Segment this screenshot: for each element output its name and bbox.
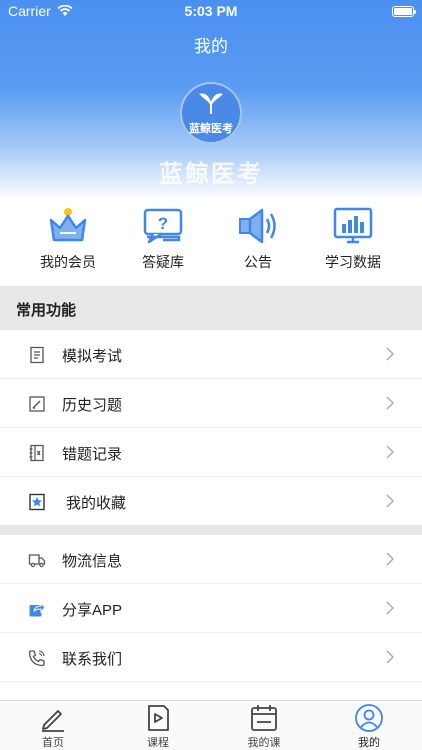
tab-bar: 首页 课程 我的课 我的 bbox=[0, 700, 422, 750]
tab-label: 我的课 bbox=[247, 737, 281, 749]
quick-item-study-data[interactable]: 学习数据 bbox=[303, 204, 403, 272]
quick-actions: 我的会员 ? 答疑库 公告 学习数据 bbox=[0, 200, 422, 286]
question-bubble-icon: ? bbox=[143, 208, 183, 244]
battery-icon bbox=[392, 6, 416, 17]
menu-item-wrong-answers[interactable]: 错题记录 bbox=[0, 428, 422, 477]
crown-icon bbox=[49, 208, 87, 242]
menu-label: 联系我们 bbox=[62, 651, 123, 668]
tab-my-courses[interactable]: 我的课 bbox=[234, 703, 294, 750]
speaker-icon bbox=[239, 208, 276, 244]
quick-label-study-data: 学习数据 bbox=[325, 254, 381, 270]
phone-icon bbox=[28, 650, 45, 667]
menu-item-share-app[interactable]: 分享APP bbox=[0, 584, 422, 633]
quick-item-qa[interactable]: ? 答疑库 bbox=[113, 204, 213, 272]
star-bookmark-icon bbox=[29, 493, 45, 511]
menu-label: 模拟考试 bbox=[62, 348, 123, 365]
tab-label: 我的 bbox=[358, 737, 380, 749]
notebook-icon bbox=[29, 444, 44, 462]
chevron-right-icon bbox=[386, 396, 394, 410]
menu-item-mock-exam[interactable]: 模拟考试 bbox=[0, 330, 422, 379]
menu-item-contact-us[interactable]: 联系我们 bbox=[0, 633, 422, 682]
play-book-icon bbox=[148, 705, 169, 731]
document-icon bbox=[30, 346, 44, 364]
tab-label: 首页 bbox=[42, 737, 64, 749]
chevron-right-icon bbox=[386, 650, 394, 664]
calendar-icon bbox=[251, 705, 277, 731]
brand-name: 蓝鲸医考 bbox=[159, 161, 263, 188]
quick-label-qa: 答疑库 bbox=[142, 254, 184, 270]
chevron-right-icon bbox=[386, 494, 394, 508]
menu-label: 错题记录 bbox=[62, 446, 123, 463]
app-logo: 蓝鲸医考 bbox=[180, 82, 242, 144]
quick-label-membership: 我的会员 bbox=[40, 254, 96, 270]
chevron-right-icon bbox=[386, 347, 394, 361]
section-title: 常用功能 bbox=[16, 302, 77, 319]
section-header: 常用功能 bbox=[0, 286, 422, 330]
clock: 5:03 PM bbox=[184, 3, 238, 19]
menu-label: 我的收藏 bbox=[66, 495, 127, 512]
chevron-right-icon bbox=[386, 601, 394, 615]
menu-item-favorites[interactable]: 我的收藏 bbox=[0, 477, 422, 526]
menu-group-common: 模拟考试 历史习题 错题记录 我的收藏 bbox=[0, 330, 422, 526]
truck-icon bbox=[28, 554, 46, 568]
chevron-right-icon bbox=[386, 552, 394, 566]
tab-me[interactable]: 我的 bbox=[339, 703, 399, 750]
edit-icon bbox=[29, 396, 45, 412]
menu-label: 分享APP bbox=[62, 602, 123, 619]
chevron-right-icon bbox=[386, 445, 394, 459]
menu-item-logistics[interactable]: 物流信息 bbox=[0, 535, 422, 584]
svg-text:?: ? bbox=[158, 214, 168, 233]
whale-tail-icon bbox=[199, 93, 223, 114]
menu-label: 物流信息 bbox=[62, 553, 123, 570]
tab-label: 课程 bbox=[147, 737, 169, 749]
user-icon bbox=[355, 704, 383, 732]
profile-header: Carrier 5:03 PM 我的 蓝鲸医考 蓝鲸医考 bbox=[0, 0, 422, 200]
section-divider bbox=[0, 525, 422, 535]
share-icon bbox=[29, 601, 46, 617]
menu-item-history-exercises[interactable]: 历史习题 bbox=[0, 379, 422, 428]
quick-item-membership[interactable]: 我的会员 bbox=[18, 204, 118, 272]
tab-home[interactable]: 首页 bbox=[23, 703, 83, 750]
logo-text: 蓝鲸医考 bbox=[189, 123, 233, 135]
tab-courses[interactable]: 课程 bbox=[128, 703, 188, 750]
pencil-icon bbox=[42, 710, 64, 732]
status-bar: Carrier 5:03 PM bbox=[0, 0, 422, 24]
quick-item-announcement[interactable]: 公告 bbox=[208, 204, 308, 272]
menu-group-other: 物流信息 分享APP 联系我们 bbox=[0, 535, 422, 682]
page-title: 我的 bbox=[194, 37, 228, 56]
bar-chart-monitor-icon bbox=[333, 207, 373, 244]
quick-label-announcement: 公告 bbox=[244, 254, 272, 270]
menu-label: 历史习题 bbox=[62, 397, 123, 414]
